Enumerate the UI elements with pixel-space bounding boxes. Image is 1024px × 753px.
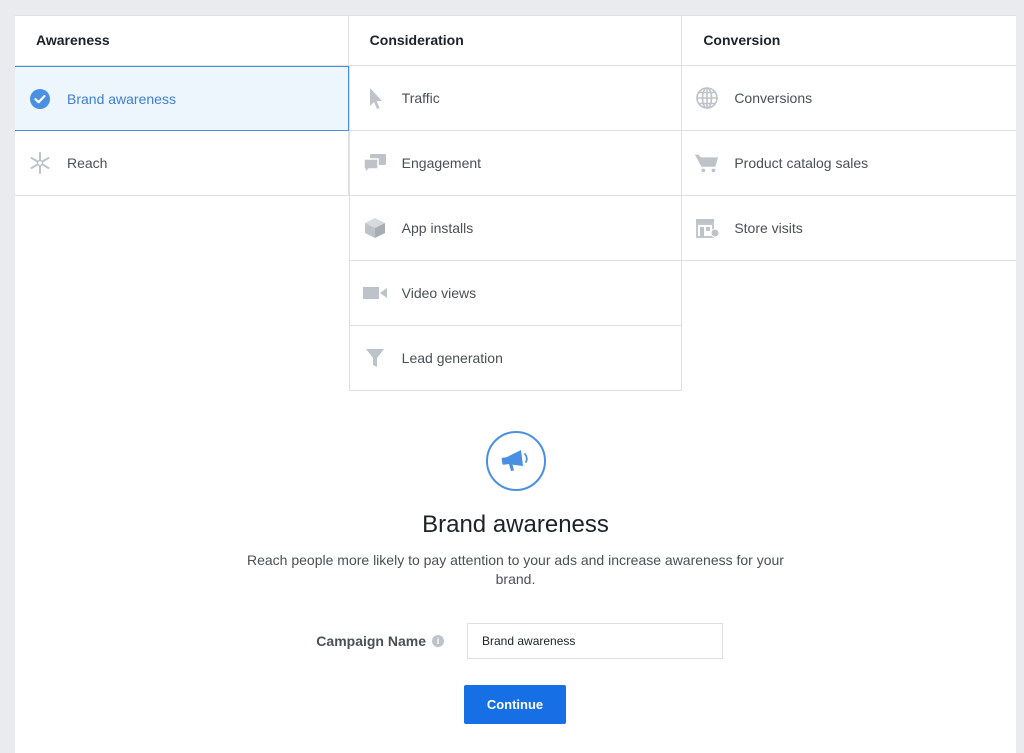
- objective-reach[interactable]: Reach: [15, 131, 349, 196]
- objective-engagement[interactable]: Engagement: [348, 131, 683, 196]
- objective-label: Video views: [401, 285, 477, 301]
- objective-conversions[interactable]: Conversions: [682, 66, 1016, 131]
- column-header-awareness: Awareness: [15, 16, 349, 66]
- store-icon: [694, 215, 720, 241]
- reach-icon: [27, 150, 53, 176]
- objective-page: Awareness Brand awareness Reach Consider…: [15, 15, 1016, 753]
- objective-label: Lead generation: [401, 350, 503, 366]
- campaign-name-label: Campaign Name: [316, 633, 426, 649]
- objective-detail: Brand awareness Reach people more likely…: [15, 431, 1016, 589]
- funnel-icon: [362, 345, 388, 371]
- detail-description: Reach people more likely to pay attentio…: [247, 552, 784, 587]
- objective-label: Store visits: [734, 220, 803, 236]
- cart-icon: [694, 150, 720, 176]
- campaign-name-row: Campaign Name i: [15, 623, 1016, 659]
- column-header-conversion: Conversion: [682, 16, 1016, 66]
- objective-label: Brand awareness: [67, 90, 176, 107]
- column-awareness: Awareness Brand awareness Reach: [15, 16, 349, 391]
- objective-table: Awareness Brand awareness Reach Consider…: [15, 16, 1016, 391]
- globe-icon: [694, 85, 720, 111]
- campaign-name-label-group: Campaign Name i: [316, 633, 444, 649]
- chat-bubbles-icon: [362, 150, 388, 176]
- column-header-consideration: Consideration: [348, 16, 683, 66]
- objective-brand-awareness[interactable]: Brand awareness: [15, 66, 349, 131]
- objective-label: Product catalog sales: [734, 155, 869, 171]
- objective-app-installs[interactable]: App installs: [348, 196, 683, 261]
- column-consideration: Consideration Traffic Engagement App ins…: [348, 16, 683, 391]
- continue-button[interactable]: Continue: [464, 685, 566, 724]
- objective-label: Conversions: [734, 90, 813, 106]
- info-icon[interactable]: i: [432, 635, 444, 647]
- column-conversion: Conversion Conversions Product catalog s…: [682, 16, 1016, 391]
- cursor-icon: [362, 85, 388, 111]
- objective-traffic[interactable]: Traffic: [348, 66, 683, 131]
- objective-store-visits[interactable]: Store visits: [682, 196, 1016, 261]
- objective-label: Traffic: [401, 90, 440, 106]
- detail-title: Brand awareness: [422, 511, 609, 538]
- video-camera-icon: [362, 280, 388, 306]
- objective-product-catalog-sales[interactable]: Product catalog sales: [682, 131, 1016, 196]
- megaphone-icon: [485, 431, 546, 491]
- check-circle-icon: [27, 86, 53, 112]
- campaign-name-input[interactable]: [467, 623, 723, 659]
- objective-label: Reach: [67, 155, 108, 171]
- objective-label: App installs: [401, 220, 474, 236]
- objective-video-views[interactable]: Video views: [348, 261, 683, 326]
- objective-label: Engagement: [401, 155, 482, 171]
- objective-lead-generation[interactable]: Lead generation: [348, 326, 683, 391]
- box-icon: [362, 215, 388, 241]
